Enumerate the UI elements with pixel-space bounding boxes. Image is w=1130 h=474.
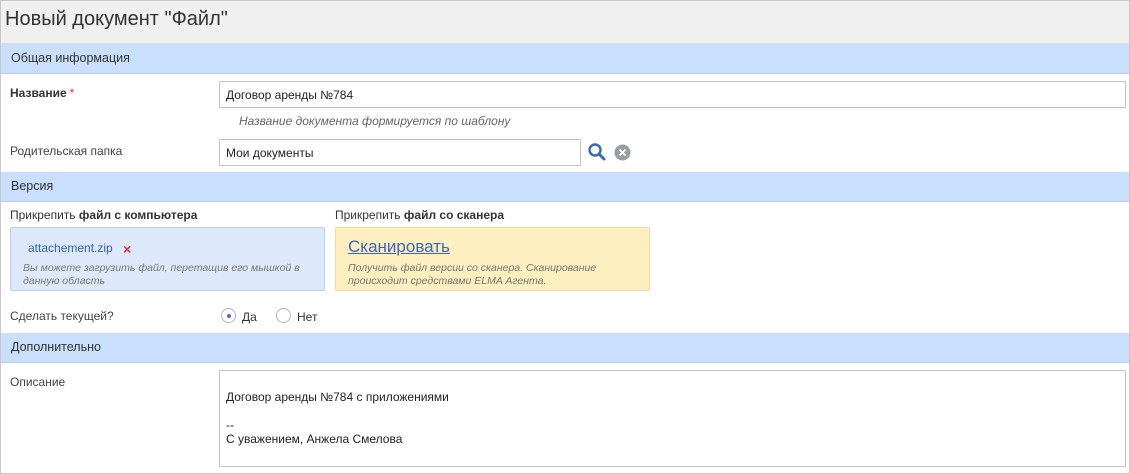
drop-zone-hint: Вы можете загрузить файл, перетащив его … [23,262,300,287]
scan-zone: Сканировать Получить файл версии со скан… [335,227,650,291]
make-current-label: Сделать текущей? [10,309,114,323]
file-drop-zone[interactable]: attachement.zip × Вы можете загрузить фа… [10,227,325,291]
scan-zone-hint: Получить файл версии со сканера. Сканиро… [348,262,597,287]
radio-no[interactable] [276,308,291,323]
attach-computer-prefix: Прикрепить [10,208,79,222]
section-version-header[interactable]: Версия [1,172,1129,202]
description-line: -- [226,418,234,432]
remove-file-icon[interactable]: × [123,242,131,256]
radio-yes[interactable] [221,308,236,323]
attach-scanner-bold: файл со сканера [403,208,505,222]
attach-computer-bold: файл с компьютера [78,208,198,222]
radio-yes-label[interactable]: Да [242,310,257,324]
version-section-body: Прикрепить файл с компьютера attachement… [1,202,1129,333]
parent-folder-label: Родительская папка [10,144,123,158]
radio-no-label[interactable]: Нет [297,310,317,324]
general-section-body: Название * Договор аренды №784 Название д… [1,74,1129,172]
attach-computer-label: Прикрепить файл с компьютера [10,208,197,222]
additional-section-body: Описание Договор аренды №784 с приложени… [1,363,1129,473]
page-title: Новый документ "Файл" [5,8,228,30]
section-general-header[interactable]: Общая информация [1,44,1129,74]
name-label-text: Название [10,86,67,100]
attached-file-link[interactable]: attachement.zip [28,241,113,255]
description-line: Договор аренды №784 с приложениями [226,390,449,404]
clear-icon[interactable] [614,144,631,161]
scan-link[interactable]: Сканировать [348,237,450,257]
name-label: Название * [10,86,74,100]
search-icon[interactable] [587,142,607,162]
attach-scanner-label: Прикрепить файл со сканера [335,208,504,222]
name-input[interactable]: Договор аренды №784 [219,81,1126,108]
description-line: С уважением, Анжела Смелова [226,432,403,446]
parent-folder-input[interactable]: Мои документы [219,139,581,166]
description-line [226,376,1119,390]
description-line [226,404,1119,418]
required-mark: * [69,86,75,100]
description-label: Описание [10,375,66,389]
document-form: Новый документ "Файл" Общая информация Н… [0,0,1130,474]
description-textarea[interactable]: Договор аренды №784 с приложениями -- С … [219,370,1126,467]
section-additional-header[interactable]: Дополнительно [1,333,1129,363]
attach-scanner-prefix: Прикрепить [335,208,404,222]
name-hint: Название документа формируется по шаблон… [239,114,511,128]
title-bar: Новый документ "Файл" [1,1,1129,44]
